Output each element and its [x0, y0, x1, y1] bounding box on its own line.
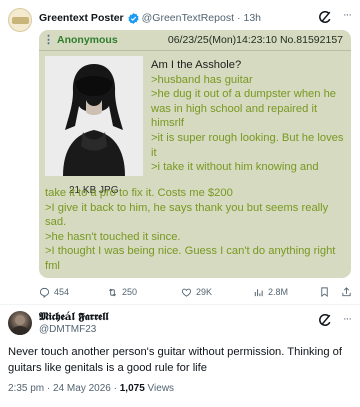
greentext-line: >husband has guitar [151, 73, 253, 86]
post-divider [39, 50, 351, 51]
retweet-button[interactable]: 250 [107, 285, 137, 299]
more-options-icon[interactable]: ··· [340, 8, 354, 22]
post-image [45, 56, 143, 176]
like-button[interactable]: 29K [181, 285, 212, 299]
reply-author-avatar[interactable] [8, 311, 32, 335]
post-meta: 06/23/25(Mon)14:23:10 No.81592157 [167, 34, 343, 46]
bookmark-icon[interactable] [319, 286, 330, 298]
reply-author-name[interactable]: 𝕸𝖎𝖈𝖍𝖊á𝖑 𝕱𝖆𝖗𝖗𝖊𝖑𝖑 [39, 311, 109, 324]
more-options-icon[interactable]: ··· [340, 312, 354, 326]
views-chart-icon [254, 288, 263, 296]
reply-meta: 2:35 pm · 24 May 2026 · 1,075 Views [8, 383, 174, 394]
reply-count: 454 [54, 287, 70, 297]
original-tweet: Greentext Poster @GreenTextRepost · 13h … [0, 0, 360, 304]
post-header: ⋮ Anonymous 06/23/25(Mon)14:23:10 No.815… [39, 30, 351, 50]
author-avatar[interactable] [8, 8, 32, 32]
greentext-line: >he hasn't touched it since. [45, 230, 181, 243]
tweet-actions: 454 250 29K 2.8M [39, 285, 355, 299]
greentext-line: >I give it back to him, he says thank yo… [45, 201, 329, 229]
author-handle[interactable]: @GreenTextRepost [142, 12, 234, 24]
heart-icon [181, 288, 192, 297]
grok-icon[interactable] [318, 313, 332, 327]
like-count: 29K [196, 287, 213, 297]
header-separator: · [237, 12, 241, 24]
grok-icon[interactable] [318, 10, 332, 24]
greentext-logo-icon [12, 17, 29, 24]
greentext-line: take it to a pro to fix it. Costs me $20… [45, 187, 233, 199]
post-title: Am I the Asshole? [151, 59, 242, 71]
person-photo [45, 56, 143, 176]
views-button[interactable]: 2.8M [253, 285, 288, 299]
retweet-count: 250 [122, 287, 138, 297]
reply-avatar-photo [10, 315, 30, 335]
greentext-post-card[interactable]: ⋮ Anonymous 06/23/25(Mon)14:23:10 No.815… [39, 30, 351, 278]
tweet-time[interactable]: 13h [244, 12, 262, 24]
poster-name: Anonymous [57, 34, 118, 46]
verified-badge-icon [127, 12, 139, 24]
post-text-beside-image: Am I the Asshole? >husband has guitar >h… [151, 58, 349, 175]
tweet-header: Greentext Poster @GreenTextRepost · 13h [39, 10, 349, 26]
retweet-icon [108, 288, 117, 296]
reply-author-handle[interactable]: @DMTMF23 [39, 324, 96, 335]
greentext-line: >it is super rough looking. But he loves… [151, 131, 344, 159]
views-count: 2.8M [268, 287, 289, 297]
tweet-divider [0, 304, 360, 305]
post-text-below-image: take it to a pro to fix it. Costs me $20… [45, 186, 345, 274]
greentext-line: >I thought I was being nice. Guess I can… [45, 245, 336, 272]
post-menu-icon: ⋮ [43, 34, 54, 46]
reply-view-count: 1,075 [119, 383, 145, 394]
reply-timestamp[interactable]: 2:35 pm · 24 May 2026 · [8, 383, 120, 394]
reply-views-label: Views [144, 383, 175, 394]
reply-icon [39, 287, 50, 298]
greentext-line: >i take it without him knowing and [151, 161, 319, 174]
reply-button[interactable]: 454 [39, 285, 69, 299]
reply-text: Never touch another person's guitar with… [8, 346, 343, 374]
share-icon[interactable] [341, 286, 352, 298]
author-name[interactable]: Greentext Poster [39, 12, 124, 24]
greentext-line: >he dug it out of a dumpster when he was… [151, 88, 337, 130]
